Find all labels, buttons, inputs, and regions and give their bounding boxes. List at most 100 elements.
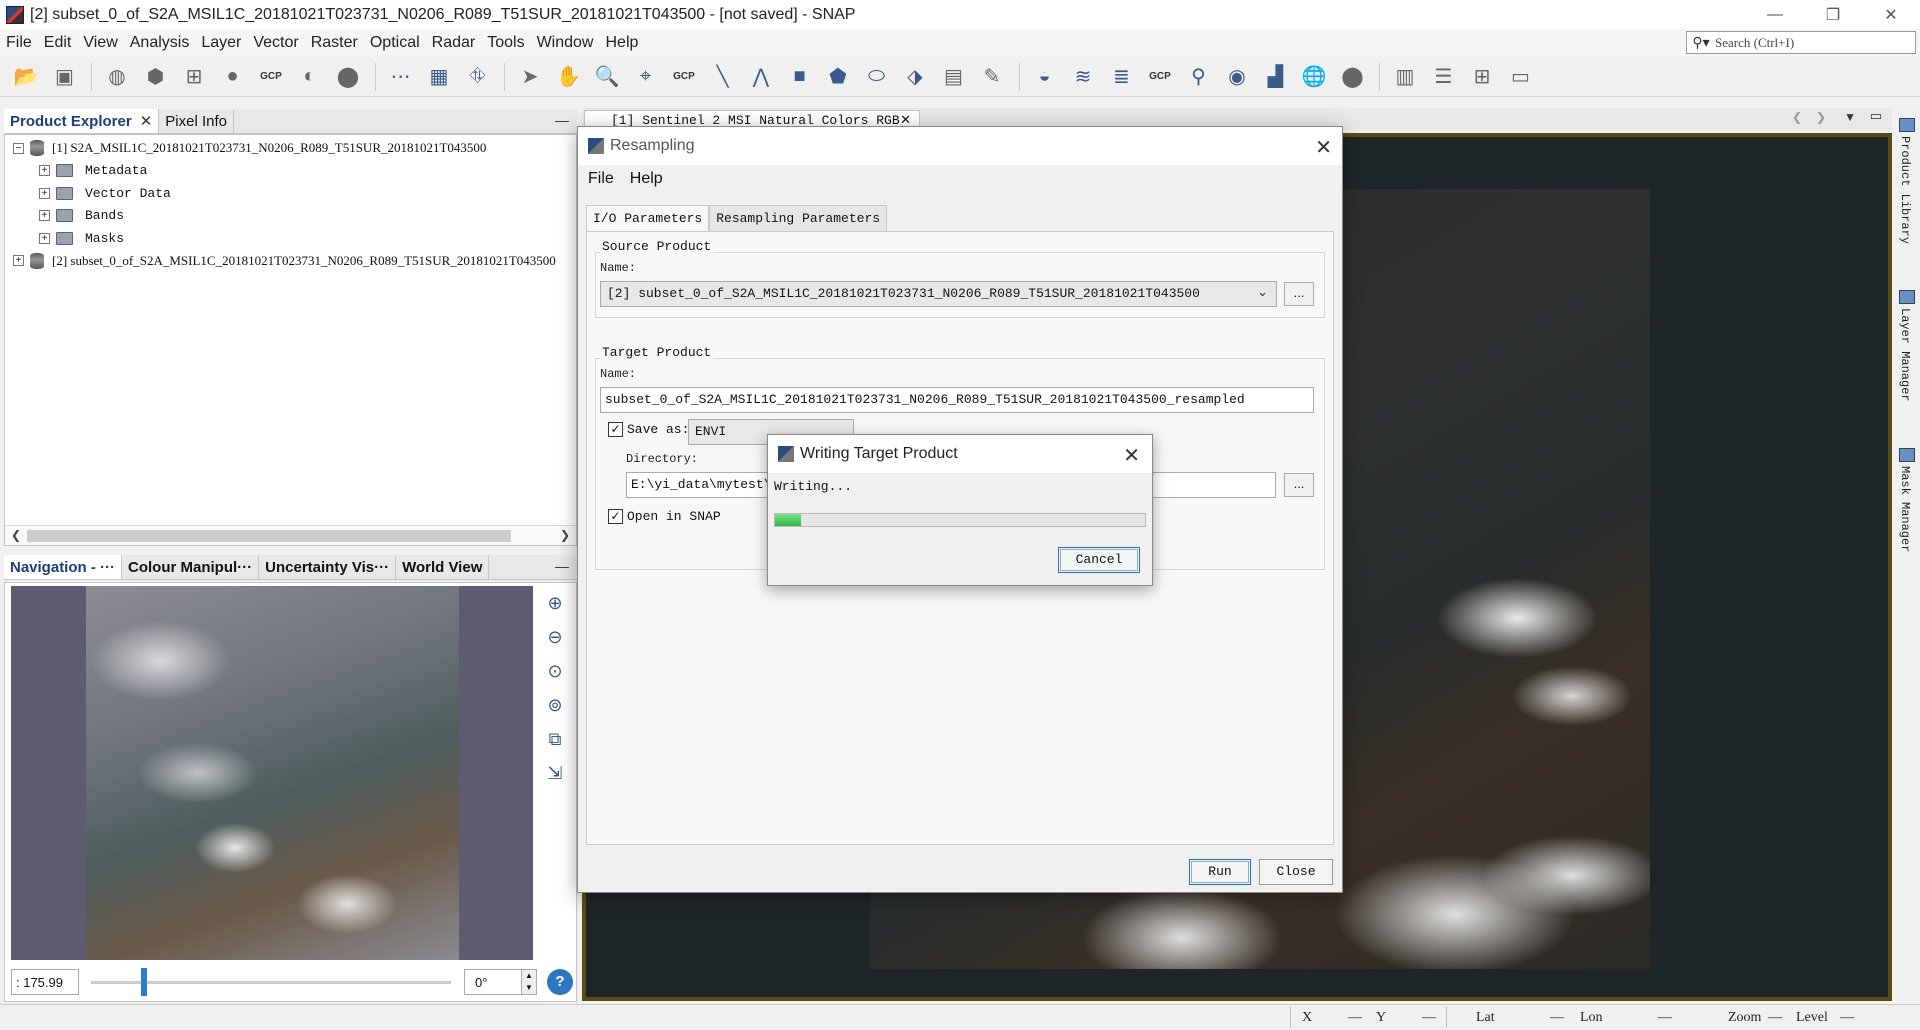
product-library-icon[interactable]: ⬢ xyxy=(140,61,172,93)
rectangle-tool-icon[interactable]: ■ xyxy=(784,61,816,93)
collapse-icon[interactable]: − xyxy=(13,142,24,154)
tab-colour-manipulation[interactable]: Colour Manipul··· xyxy=(122,555,260,579)
angle-spinner[interactable]: ▲ ▼ xyxy=(521,969,537,995)
zoom-in-icon[interactable]: ⊕ xyxy=(543,591,567,615)
close-icon[interactable]: ✕ xyxy=(1862,0,1920,29)
source-browse-button[interactable]: ... xyxy=(1284,282,1314,306)
graph-builder-icon[interactable]: ⋯ xyxy=(385,61,417,93)
magic-wand-icon[interactable]: ⬗ xyxy=(899,61,931,93)
scroll-tabs-left-icon[interactable]: ❮ xyxy=(1792,110,1802,124)
dialog-menu-file[interactable]: File xyxy=(588,170,614,188)
open-in-snap-checkbox[interactable]: ✓ Open in SNAP xyxy=(608,509,721,524)
scatter-icon[interactable]: ⬤ xyxy=(332,61,364,93)
tile-grid-icon[interactable]: ⊞ xyxy=(1466,61,1498,93)
zoom-tool-icon[interactable]: 🔍 xyxy=(591,61,623,93)
tree-metadata[interactable]: + Metadata xyxy=(5,160,576,183)
eye-icon[interactable]: ◉ xyxy=(1221,61,1253,93)
dark-globe-icon[interactable]: ⬤ xyxy=(1337,61,1369,93)
tab-navigation[interactable]: Navigation - ··· xyxy=(4,555,122,579)
minimize-icon[interactable]: — xyxy=(1746,0,1804,29)
tab-pixel-info[interactable]: Pixel Info xyxy=(159,109,234,133)
navigation-overview[interactable] xyxy=(11,586,533,960)
save-product-icon[interactable]: ▣ xyxy=(49,61,81,93)
close-tab-icon[interactable]: ✕ xyxy=(140,112,153,130)
minimize-panel-icon[interactable]: — xyxy=(555,558,569,574)
tile-vertical-icon[interactable]: ☰ xyxy=(1428,61,1460,93)
graph-icon[interactable]: ⛗ xyxy=(462,61,494,93)
gcp-manager-icon[interactable]: GCP xyxy=(255,61,287,93)
scroll-right-icon[interactable]: ❯ xyxy=(560,528,570,542)
menu-edit[interactable]: Edit xyxy=(38,34,78,52)
tab-world-view[interactable]: World View xyxy=(396,555,490,579)
measure-icon[interactable]: ✎ xyxy=(976,61,1008,93)
menu-window[interactable]: Window xyxy=(531,34,600,52)
menu-analysis[interactable]: Analysis xyxy=(124,34,196,52)
expand-icon[interactable]: + xyxy=(13,255,24,267)
menu-tools[interactable]: Tools xyxy=(481,34,530,52)
restore-icon[interactable]: ❐ xyxy=(1804,0,1862,29)
zoom-slider-knob[interactable] xyxy=(141,968,148,996)
sync-views-icon[interactable]: ⧉ xyxy=(543,727,567,751)
polygon-tool-icon[interactable]: ⬟ xyxy=(822,61,854,93)
tree-bands[interactable]: + Bands xyxy=(5,205,576,228)
dialog-menu-help[interactable]: Help xyxy=(630,170,663,188)
ellipse-tool-icon[interactable]: ⬭ xyxy=(861,61,893,93)
expand-icon[interactable]: + xyxy=(39,232,50,244)
sync-cursor-icon[interactable]: ⇲ xyxy=(543,761,567,785)
tab-uncertainty-visualisation[interactable]: Uncertainty Vis··· xyxy=(259,555,397,579)
run-button[interactable]: Run xyxy=(1189,859,1251,885)
zoom-slider[interactable] xyxy=(91,968,451,996)
save-as-checkbox[interactable]: ✓ Save as: xyxy=(608,422,689,437)
close-icon[interactable]: ✕ xyxy=(1123,443,1140,468)
expand-icon[interactable]: + xyxy=(39,187,50,199)
gcp-placing-icon[interactable]: GCP xyxy=(668,61,700,93)
tab-list-icon[interactable]: ▼ xyxy=(1844,110,1856,124)
tab-io-parameters[interactable]: I/O Parameters xyxy=(586,205,710,231)
menu-vector[interactable]: Vector xyxy=(247,34,304,52)
statistics-icon[interactable]: ◐ xyxy=(294,61,326,93)
menu-view[interactable]: View xyxy=(77,34,123,52)
tab-product-explorer[interactable]: Product Explorer ✕ xyxy=(4,109,160,133)
pin-manager-icon[interactable]: ● xyxy=(217,61,249,93)
gcp-tool-icon[interactable]: GCP xyxy=(1144,61,1176,93)
tile-horizontal-icon[interactable]: ▥ xyxy=(1389,61,1421,93)
expand-icon[interactable]: + xyxy=(39,210,50,222)
menu-raster[interactable]: Raster xyxy=(305,34,364,52)
menu-file[interactable]: File xyxy=(0,34,38,52)
globe-icon[interactable]: 🌐 xyxy=(1298,61,1330,93)
zoom-out-icon[interactable]: ⊖ xyxy=(543,625,567,649)
band-maths-icon[interactable]: ◍ xyxy=(101,61,133,93)
rail-layer-manager[interactable]: Layer Manager xyxy=(1898,308,1912,402)
tree-masks[interactable]: + Masks xyxy=(5,227,576,250)
pin-placing-icon[interactable]: ⌖ xyxy=(630,61,662,93)
zoom-factor-field[interactable]: : 175.99 xyxy=(11,969,79,995)
batch-processing-icon[interactable]: ▦ xyxy=(423,61,455,93)
source-product-select[interactable]: [2] subset_0_of_S2A_MSIL1C_20181021T0237… xyxy=(600,281,1277,307)
directory-browse-button[interactable]: ... xyxy=(1284,473,1314,497)
tab-resampling-parameters[interactable]: Resampling Parameters xyxy=(709,205,888,231)
scroll-tabs-right-icon[interactable]: ❯ xyxy=(1816,110,1826,124)
menu-optical[interactable]: Optical xyxy=(364,34,426,52)
tree-vector-data[interactable]: + Vector Data xyxy=(5,182,576,205)
pixel-info-icon[interactable]: ⚲ xyxy=(1183,61,1215,93)
select-tool-icon[interactable]: ➤ xyxy=(514,61,546,93)
histogram-icon[interactable]: ▟ xyxy=(1260,61,1292,93)
help-icon[interactable]: ? xyxy=(547,969,573,995)
grid-icon[interactable]: ⊞ xyxy=(178,61,210,93)
tile-single-icon[interactable]: ▭ xyxy=(1505,61,1537,93)
scroll-left-icon[interactable]: ❮ xyxy=(11,528,21,542)
open-product-icon[interactable]: 📂 xyxy=(10,61,42,93)
pan-tool-icon[interactable]: ✋ xyxy=(553,61,585,93)
zoom-pixel-icon[interactable]: ⊙ xyxy=(543,659,567,683)
zoom-all-icon[interactable]: ⊚ xyxy=(543,693,567,717)
rail-mask-manager[interactable]: Mask Manager xyxy=(1898,466,1912,552)
expand-icon[interactable]: + xyxy=(39,165,50,177)
minimize-panel-icon[interactable]: — xyxy=(555,112,569,128)
menu-radar[interactable]: Radar xyxy=(426,34,482,52)
horizontal-scrollbar[interactable]: ❮ ❯ xyxy=(5,525,576,545)
range-finder-icon[interactable]: ▤ xyxy=(938,61,970,93)
search-input[interactable]: ⚲▾ Search (Ctrl+I) xyxy=(1686,31,1916,54)
scrollbar-thumb[interactable] xyxy=(27,530,511,542)
time-series-icon[interactable]: ≣ xyxy=(1106,61,1138,93)
rail-product-library[interactable]: Product Library xyxy=(1898,136,1912,244)
